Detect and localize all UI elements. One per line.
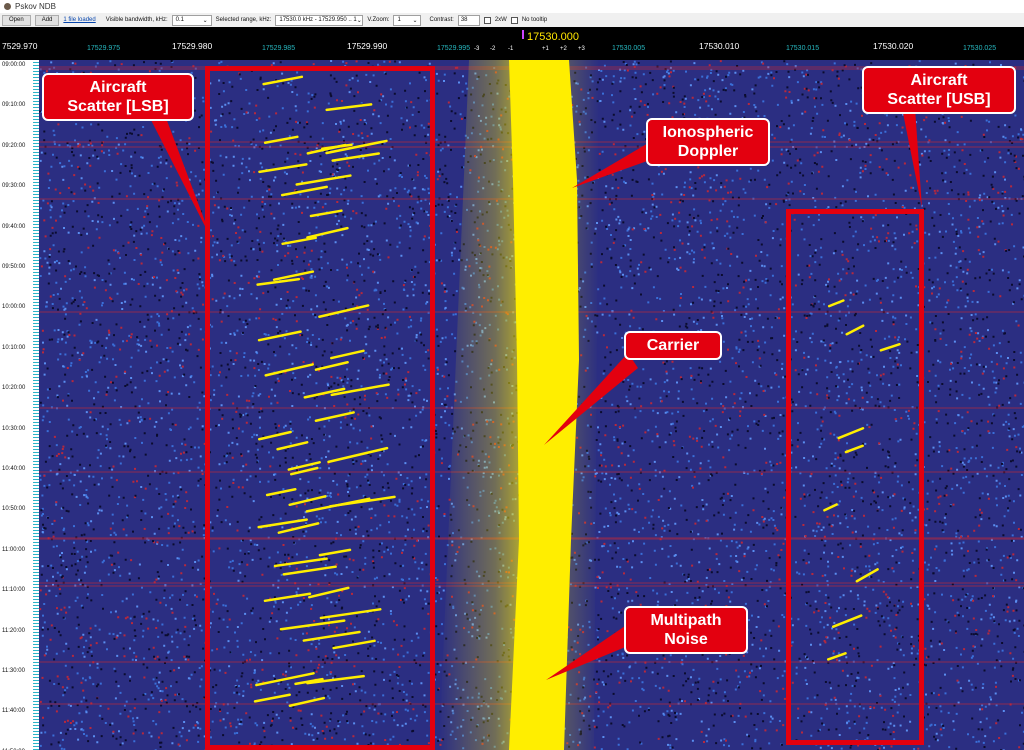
contrast-input[interactable]: 38	[457, 14, 480, 26]
vzoom-value: 1	[397, 17, 401, 23]
visible-bandwidth-select[interactable]: 0.1 ⌄	[171, 14, 212, 26]
files-loaded-link[interactable]: 1 file loaded	[63, 17, 95, 23]
open-button[interactable]: Open	[2, 14, 31, 26]
scale-tick: 17529.980	[172, 41, 213, 51]
twoxw-label: 2xW	[494, 17, 507, 23]
no-tooltip-checkbox[interactable]	[510, 16, 518, 24]
scale-offset-tick: -2	[490, 46, 496, 52]
scale-tick: 7529.970	[2, 41, 38, 51]
lsb-highlight-box	[205, 66, 435, 750]
time-label: 10:30:00	[2, 425, 26, 432]
scale-tick: 17530.010	[699, 41, 740, 51]
callout-ionospheric-doppler: Ionospheric Doppler	[646, 118, 770, 166]
scale-tick: 17529.975	[87, 45, 121, 52]
time-label: 09:40:00	[2, 223, 26, 230]
time-label: 10:40:00	[2, 466, 26, 472]
selected-range-label: Selected range, kHz:	[215, 17, 272, 23]
add-button[interactable]: Add	[34, 14, 60, 26]
scale-tick: 17529.995	[437, 45, 471, 52]
callout-aircraft-lsb: Aircraft Scatter [LSB]	[42, 73, 194, 121]
app-icon	[4, 3, 11, 10]
scale-offset-tick: +2	[560, 46, 567, 52]
scale-offset-tick: +3	[578, 46, 585, 52]
time-label: 11:10:00	[2, 587, 25, 594]
time-axis: 09:00:00 09:10:00 09:20:00 09:30:00 09:40:00…	[0, 60, 39, 750]
time-label: 11:20:00	[2, 627, 25, 634]
callout-aircraft-usb: Aircraft Scatter [USB]	[862, 66, 1016, 114]
callout-aircraft-usb-text: Aircraft Scatter [USB]	[887, 72, 991, 108]
chevron-down-icon: ⌄	[356, 17, 362, 24]
callout-multipath-noise: Multipath Noise	[624, 606, 748, 654]
chevron-down-icon: ⌄	[202, 17, 208, 24]
time-label: 11:30:00	[2, 668, 25, 674]
callout-multipath-text: Multipath Noise	[650, 612, 722, 648]
scale-tick: 17530.005	[612, 45, 646, 52]
time-label: 09:00:00	[2, 62, 26, 68]
time-label: 10:10:00	[2, 344, 26, 351]
time-label: 09:50:00	[2, 264, 26, 270]
scale-offset-tick: +1	[542, 46, 549, 52]
time-label: 09:10:00	[2, 102, 26, 109]
time-label: 10:20:00	[2, 385, 26, 392]
scale-tick: 17529.985	[262, 45, 296, 52]
callout-aircraft-lsb-text: Aircraft Scatter [LSB]	[67, 79, 169, 115]
frequency-scale: 17530.000 7529.970 17529.980 17529.990 1…	[0, 27, 1024, 60]
scale-tick: 17530.020	[873, 41, 914, 51]
no-tooltip-label: No tooltip	[521, 17, 548, 23]
callout-carrier: Carrier	[624, 331, 722, 360]
scale-tick: 17530.015	[786, 45, 820, 52]
time-label: 09:20:00	[2, 142, 26, 149]
scale-offset-tick: -3	[474, 46, 480, 52]
selected-range-value: 17530.0 kHz - 17529.950 .. 1	[279, 17, 357, 23]
selected-range-select[interactable]: 17530.0 kHz - 17529.950 .. 1 ⌄	[275, 14, 364, 26]
time-label: 09:30:00	[2, 183, 26, 190]
chevron-down-icon: ⌄	[412, 17, 418, 24]
scale-tick: 17530.025	[963, 45, 997, 52]
window-title: Pskov NDB	[15, 2, 56, 11]
time-label: 11:00:00	[2, 546, 25, 553]
visible-bandwidth-value: 0.1	[175, 17, 184, 23]
time-label: 10:00:00	[2, 304, 26, 311]
scale-offset-tick: -1	[508, 46, 514, 52]
vzoom-label: V.Zoom:	[367, 17, 390, 23]
time-label: 11:40:00	[2, 708, 25, 715]
center-marker[interactable]	[522, 30, 524, 39]
toolbar: Open Add 1 file loaded Visible bandwidth…	[0, 13, 1024, 27]
title-bar: Pskov NDB	[0, 0, 1024, 13]
vzoom-select[interactable]: 1 ⌄	[393, 14, 422, 26]
scale-center-label: 17530.000	[527, 31, 579, 43]
twoxw-checkbox[interactable]	[483, 16, 491, 24]
contrast-label: Contrast:	[429, 17, 454, 23]
scale-tick: 17529.990	[347, 41, 388, 51]
visible-bandwidth-label: Visible bandwidth, kHz:	[105, 17, 168, 23]
time-label: 10:50:00	[2, 506, 26, 513]
callout-ionospheric-text: Ionospheric Doppler	[662, 124, 754, 160]
callout-carrier-text: Carrier	[646, 337, 700, 354]
usb-highlight-box	[786, 209, 924, 745]
